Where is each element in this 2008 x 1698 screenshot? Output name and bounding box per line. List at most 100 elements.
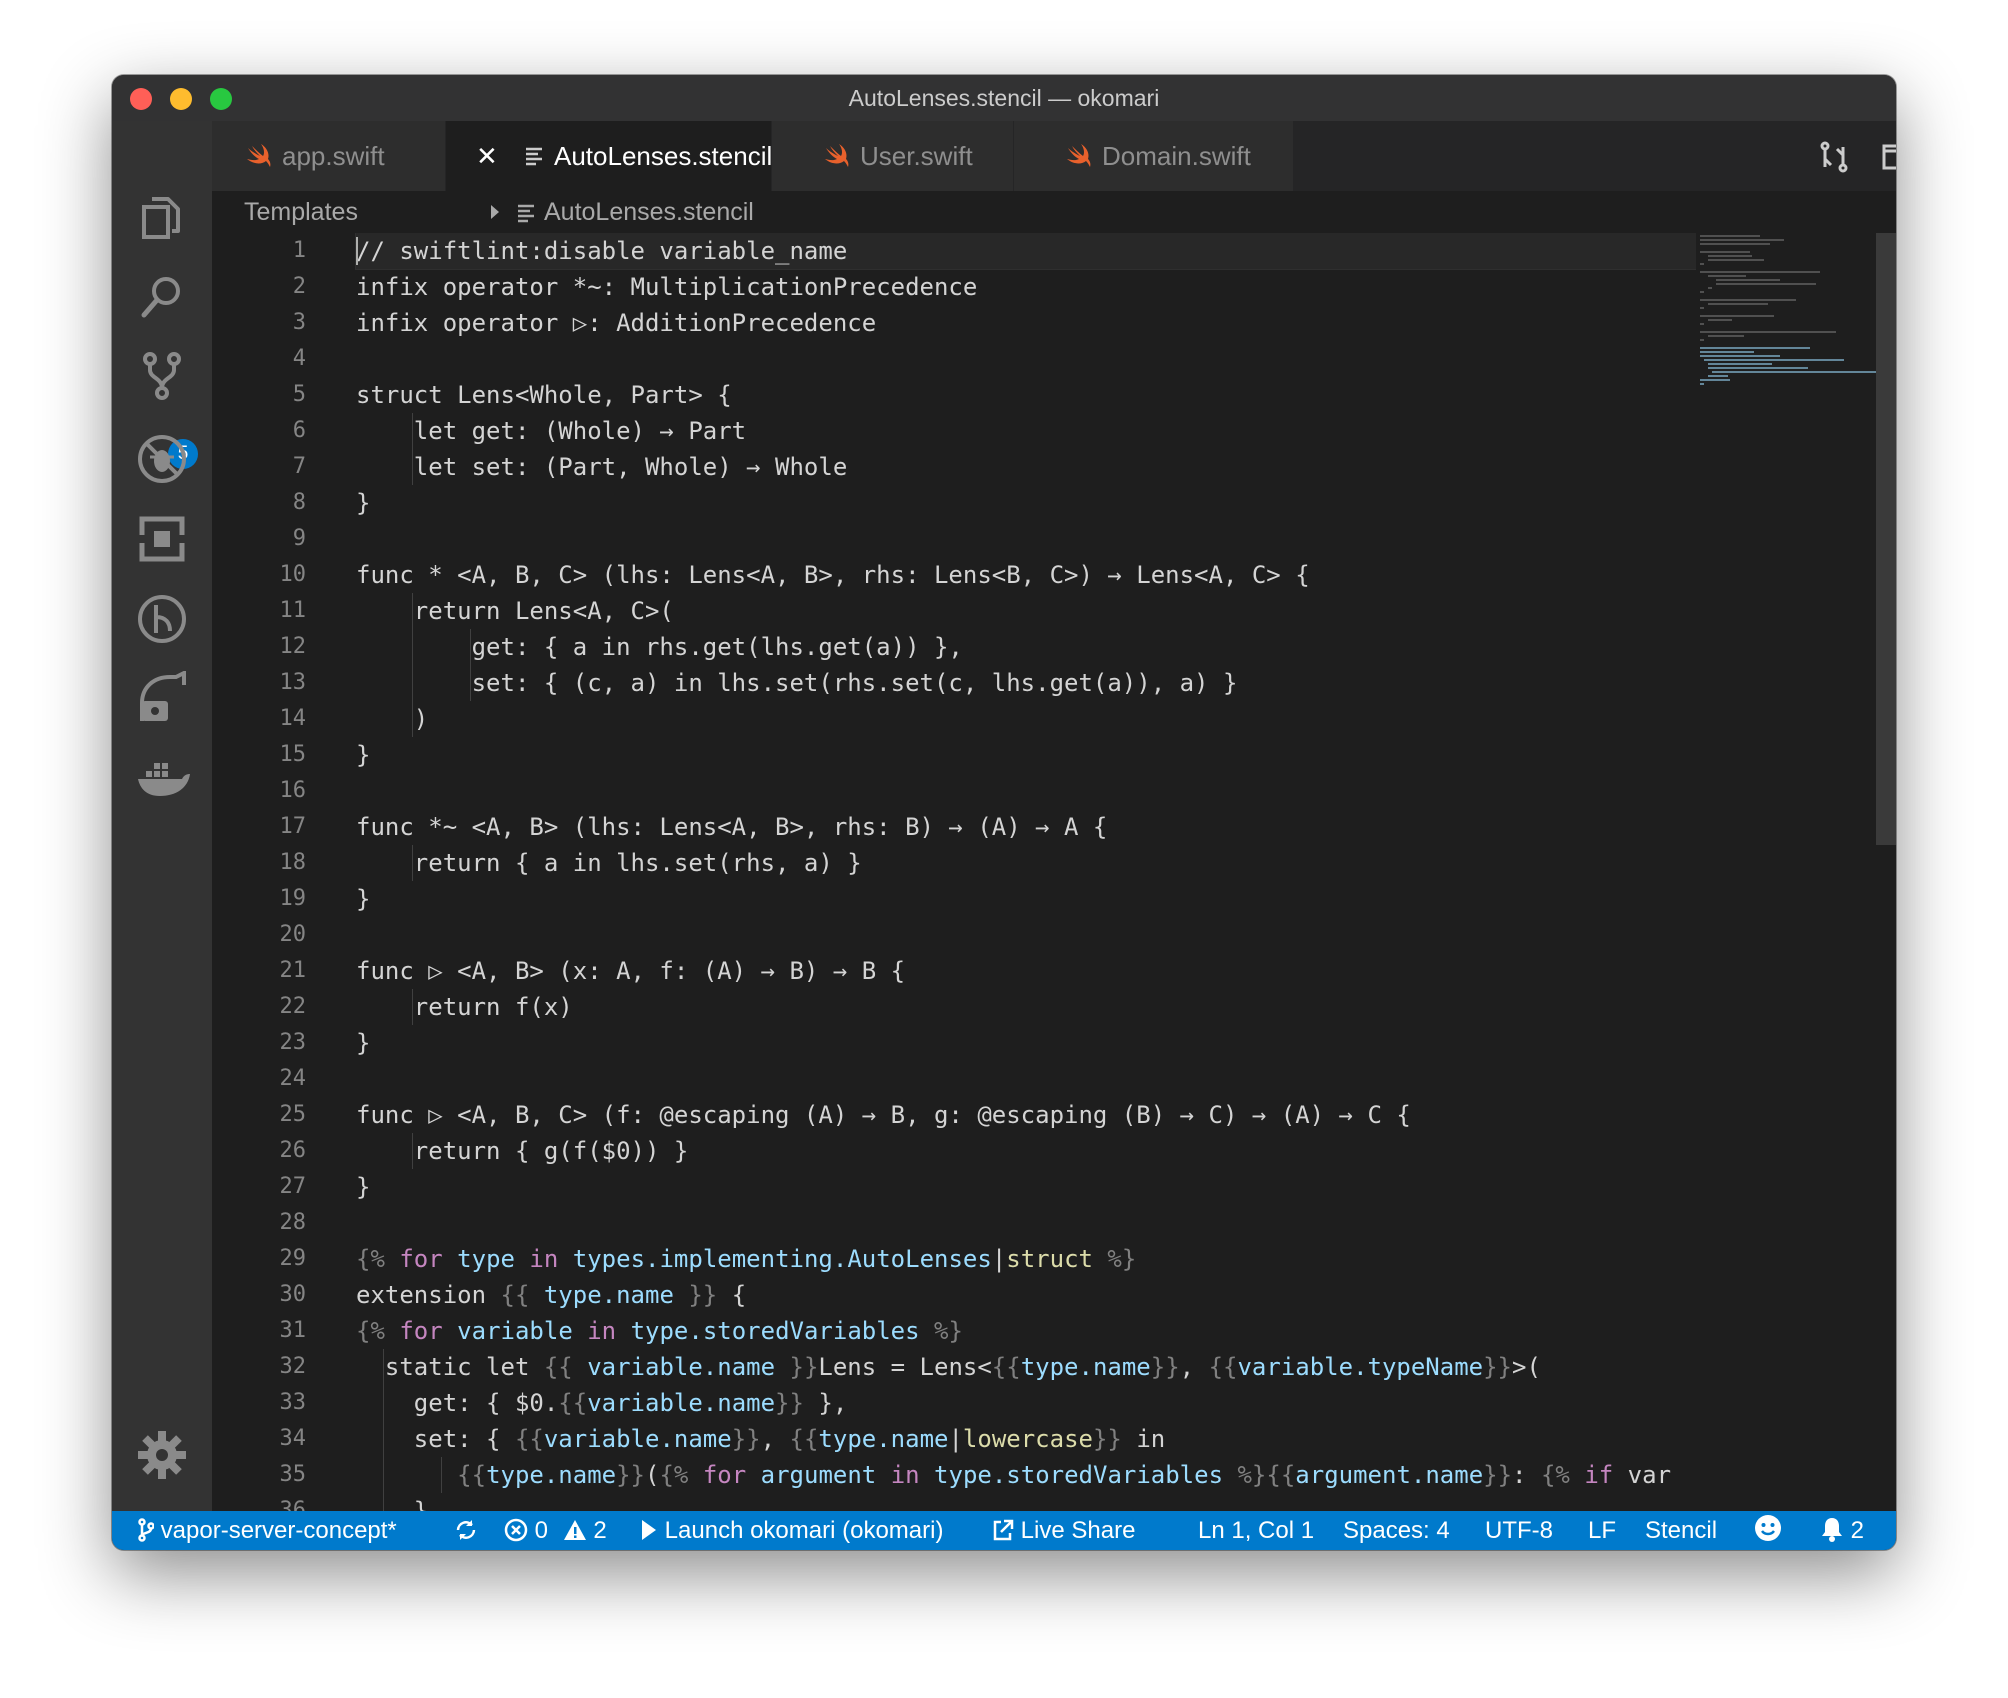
code-line-text: get: { $0.{{variable.name}} }, bbox=[356, 1389, 848, 1417]
line-number: 6 bbox=[292, 418, 306, 443]
code-line-text: return { g(f($0)) } bbox=[356, 1137, 689, 1165]
line-number: 20 bbox=[279, 922, 307, 947]
line-number: 24 bbox=[279, 1066, 307, 1091]
code-line[interactable]: extension {{ type.name }} { bbox=[356, 1277, 1796, 1313]
code-line[interactable]: static let {{ variable.name }}Lens = Len… bbox=[356, 1349, 1796, 1385]
code-line[interactable]: ) bbox=[356, 701, 1796, 737]
extensions-icon[interactable] bbox=[134, 511, 190, 567]
language-mode[interactable]: Stencil bbox=[1645, 1511, 1717, 1550]
tab-domain-swift[interactable]: Domain.swift bbox=[1014, 121, 1294, 191]
line-number: 18 bbox=[279, 850, 307, 875]
code-line[interactable]: set: { {{variable.name}}, {{type.name|lo… bbox=[356, 1421, 1796, 1457]
code-line[interactable]: return Lens<A, C>( bbox=[356, 593, 1796, 629]
minimap-preview bbox=[1700, 235, 1876, 385]
code-line[interactable]: get: { $0.{{variable.name}} }, bbox=[356, 1385, 1796, 1421]
tab-autolenses-stencil[interactable]: ✕ AutoLenses.stencil bbox=[446, 121, 772, 191]
timeline-icon[interactable] bbox=[134, 591, 190, 647]
indentation[interactable]: Spaces: 4 bbox=[1343, 1511, 1450, 1550]
code-editor[interactable]: 1 2 3 4 5 6 7 8 9 10 11 12 13 14 15 16 17 18 19 20 21 22 23 24 2… bbox=[212, 233, 1796, 1511]
code-line[interactable]: {{type.name}}({% for argument in type.st… bbox=[356, 1457, 1796, 1493]
code-line[interactable]: func ▷ <A, B> (x: A, f: (A) → B) → B { bbox=[356, 953, 1796, 989]
line-number: 16 bbox=[279, 778, 307, 803]
notifications-button[interactable]: 2 bbox=[1820, 1511, 1864, 1550]
code-line-text: extension {{ type.name }} { bbox=[356, 1281, 747, 1309]
code-line-text: } bbox=[356, 1497, 429, 1511]
code-line[interactable]: get: { a in rhs.get(lhs.get(a)) }, bbox=[356, 629, 1796, 665]
branch-indicator[interactable]: vapor-server-concept* bbox=[138, 1511, 397, 1550]
gear-icon[interactable] bbox=[134, 1427, 190, 1483]
code-line[interactable]: return { a in lhs.set(rhs, a) } bbox=[356, 845, 1796, 881]
explorer-icon[interactable] bbox=[134, 189, 190, 245]
search-icon[interactable] bbox=[134, 269, 190, 325]
tab-label: User.swift bbox=[860, 141, 973, 171]
code-line-text: } bbox=[356, 885, 371, 913]
code-line[interactable] bbox=[356, 773, 1796, 809]
indent-guide bbox=[411, 593, 413, 737]
code-line[interactable]: func ▷ <A, B, C> (f: @escaping (A) → B, … bbox=[356, 1097, 1796, 1133]
code-line[interactable]: } bbox=[356, 737, 1796, 773]
code-line[interactable]: let get: (Whole) → Part bbox=[356, 413, 1796, 449]
breadcrumb-folder[interactable]: Templates bbox=[244, 191, 358, 233]
code-line[interactable]: return f(x) bbox=[356, 989, 1796, 1025]
source-control-icon[interactable] bbox=[134, 349, 190, 405]
activity-bar: 5 bbox=[112, 121, 212, 1511]
code-line[interactable]: infix operator ▷: AdditionPrecedence bbox=[356, 305, 1796, 341]
live-share-button[interactable]: Live Share bbox=[992, 1511, 1135, 1550]
close-tab-icon[interactable]: ✕ bbox=[476, 121, 498, 191]
docker-icon[interactable] bbox=[134, 749, 190, 805]
feedback-smiley-icon[interactable] bbox=[1754, 1511, 1782, 1550]
code-line-text: let set: (Part, Whole) → Whole bbox=[356, 453, 848, 481]
line-number: 11 bbox=[279, 598, 307, 623]
code-line[interactable] bbox=[356, 917, 1796, 953]
code-area[interactable]: // swiftlint:disable variable_nameinfix … bbox=[355, 233, 1796, 1511]
tab-user-swift[interactable]: User.swift bbox=[772, 121, 1014, 191]
code-line-text: infix operator *~: MultiplicationPrecede… bbox=[356, 273, 978, 301]
code-line[interactable]: } bbox=[356, 1493, 1796, 1511]
share-icon bbox=[993, 1519, 1014, 1541]
line-number: 7 bbox=[292, 454, 306, 479]
code-line[interactable]: } bbox=[356, 485, 1796, 521]
indent-guide bbox=[469, 629, 471, 701]
code-line[interactable]: infix operator *~: MultiplicationPrecede… bbox=[356, 269, 1796, 305]
split-editor-icon[interactable] bbox=[1880, 139, 1896, 175]
code-line[interactable]: } bbox=[356, 1169, 1796, 1205]
warning-icon bbox=[563, 1520, 586, 1540]
code-line[interactable]: func * <A, B, C> (lhs: Lens<A, B>, rhs: … bbox=[356, 557, 1796, 593]
code-line[interactable] bbox=[356, 521, 1796, 557]
launch-debug-button[interactable]: Launch okomari (okomari) bbox=[640, 1511, 943, 1550]
code-line[interactable]: {% for type in types.implementing.AutoLe… bbox=[356, 1241, 1796, 1277]
code-line[interactable] bbox=[356, 1061, 1796, 1097]
remote-explorer-icon[interactable] bbox=[134, 669, 190, 727]
vertical-scrollbar[interactable] bbox=[1876, 233, 1896, 845]
tab-app-swift[interactable]: app.swift bbox=[212, 121, 446, 191]
code-line[interactable]: } bbox=[356, 1025, 1796, 1061]
code-line[interactable]: func *~ <A, B> (lhs: Lens<A, B>, rhs: B)… bbox=[356, 809, 1796, 845]
code-line-text: let get: (Whole) → Part bbox=[356, 417, 747, 445]
code-line[interactable]: set: { (c, a) in lhs.set(rhs.set(c, lhs.… bbox=[356, 665, 1796, 701]
code-line[interactable]: let set: (Part, Whole) → Whole bbox=[356, 449, 1796, 485]
file-lines-icon bbox=[526, 147, 542, 166]
indent-guide bbox=[411, 989, 413, 1025]
code-line[interactable]: {% for variable in type.storedVariables … bbox=[356, 1313, 1796, 1349]
code-line[interactable]: return { g(f($0)) } bbox=[356, 1133, 1796, 1169]
code-line[interactable]: struct Lens<Whole, Part> { bbox=[356, 377, 1796, 413]
end-of-line[interactable]: LF bbox=[1588, 1511, 1616, 1550]
code-line[interactable] bbox=[356, 341, 1796, 377]
encoding[interactable]: UTF-8 bbox=[1485, 1511, 1553, 1550]
code-line[interactable]: } bbox=[356, 881, 1796, 917]
sync-icon[interactable] bbox=[454, 1511, 478, 1550]
open-changes-icon[interactable] bbox=[1816, 139, 1852, 175]
minimap[interactable] bbox=[1696, 233, 1876, 1511]
debug-icon[interactable] bbox=[134, 431, 190, 487]
window-title: AutoLenses.stencil — okomari bbox=[848, 85, 1160, 111]
title-bar: AutoLenses.stencil — okomari bbox=[112, 75, 1896, 121]
breadcrumb: Templates AutoLenses.stencil bbox=[212, 191, 1896, 233]
code-line[interactable]: // swiftlint:disable variable_name bbox=[355, 233, 1796, 270]
code-line[interactable] bbox=[356, 1205, 1796, 1241]
indent-guide bbox=[411, 1133, 413, 1169]
code-line-text: set: { {{variable.name}}, {{type.name|lo… bbox=[356, 1425, 1166, 1453]
breadcrumb-file[interactable]: AutoLenses.stencil bbox=[544, 191, 754, 233]
code-line-text: get: { a in rhs.get(lhs.get(a)) }, bbox=[356, 633, 963, 661]
cursor-position[interactable]: Ln 1, Col 1 bbox=[1198, 1511, 1314, 1550]
problems-indicator[interactable]: 0 2 bbox=[504, 1511, 607, 1550]
